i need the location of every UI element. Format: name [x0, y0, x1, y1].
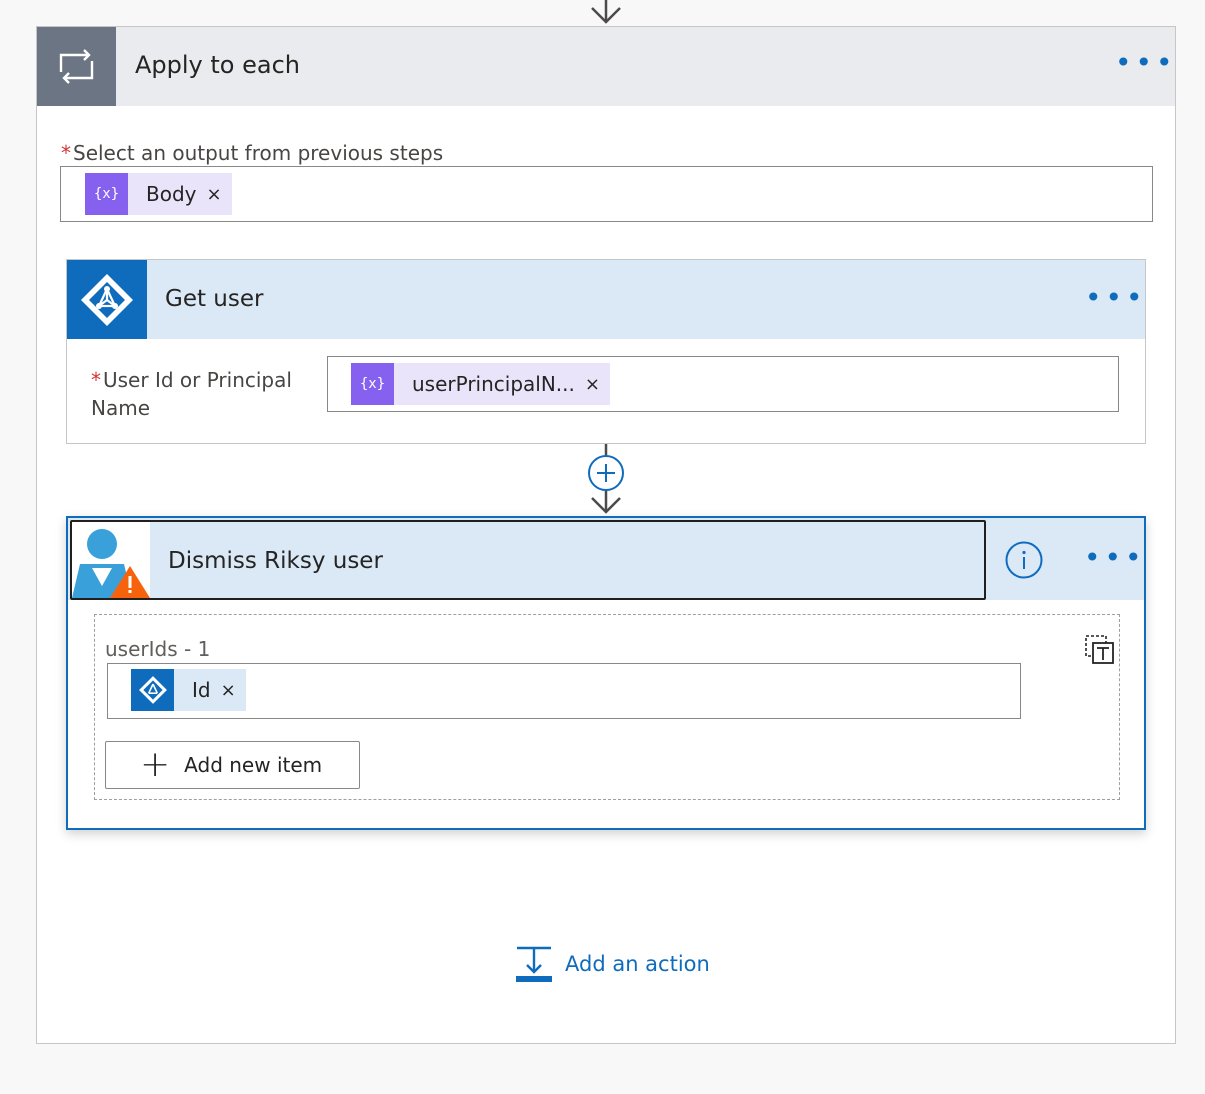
expression-icon: {x}: [85, 173, 128, 215]
required-mark: *: [91, 368, 101, 392]
expression-icon: {x}: [351, 363, 394, 405]
delete-icon[interactable]: [1085, 635, 1115, 665]
get-user-more-button[interactable]: •••: [1085, 284, 1147, 312]
dismiss-risky-user-card: Dismiss Riksy user ••• userIds - 1 Id × …: [66, 516, 1146, 830]
get-user-card: Get user ••• * User Id or Principal Name …: [66, 259, 1146, 444]
azure-ad-icon: [67, 260, 147, 339]
user-id-input[interactable]: {x} userPrincipalN... ×: [327, 356, 1119, 412]
user-ids-label: userIds - 1: [105, 637, 211, 661]
id-token-remove-button[interactable]: ×: [221, 680, 246, 701]
insert-step-connector: [588, 444, 624, 514]
plus-icon: +: [140, 744, 171, 785]
dismiss-risky-user-title: Dismiss Riksy user: [168, 548, 383, 574]
id-token-label: Id: [192, 678, 211, 702]
risky-user-icon: [72, 522, 150, 598]
loop-icon: [37, 27, 116, 106]
user-principal-name-token[interactable]: {x} userPrincipalN... ×: [351, 363, 610, 405]
get-user-header[interactable]: Get user •••: [67, 260, 1145, 339]
body-token-label: Body: [146, 182, 197, 206]
user-ids-array-box: userIds - 1 Id × + Add new item: [94, 614, 1120, 800]
id-token[interactable]: Id ×: [131, 669, 246, 711]
apply-to-each-header[interactable]: Apply to each •••: [37, 27, 1175, 106]
add-an-action-button[interactable]: Add an action: [515, 945, 710, 983]
add-an-action-label: Add an action: [565, 952, 710, 976]
add-action-icon: [516, 946, 552, 982]
dismiss-more-button[interactable]: •••: [1084, 544, 1146, 572]
select-output-label: * Select an output from previous steps: [61, 141, 443, 165]
incoming-arrow-icon: [591, 0, 621, 24]
select-output-label-text: Select an output from previous steps: [73, 141, 444, 165]
body-token[interactable]: {x} Body ×: [85, 173, 232, 215]
plus-icon[interactable]: [588, 455, 624, 491]
info-icon[interactable]: [1004, 540, 1044, 580]
apply-to-each-more-button[interactable]: •••: [1115, 49, 1177, 77]
add-new-item-label: Add new item: [184, 753, 323, 777]
required-mark: *: [61, 141, 71, 165]
user-id-label: * User Id or Principal Name: [91, 366, 311, 422]
get-user-title: Get user: [165, 286, 264, 312]
body-token-remove-button[interactable]: ×: [207, 184, 232, 205]
azure-ad-icon: [131, 669, 174, 711]
user-principal-name-token-label: userPrincipalN...: [412, 372, 575, 396]
user-principal-name-token-remove-button[interactable]: ×: [585, 374, 610, 395]
select-output-input[interactable]: {x} Body ×: [60, 166, 1153, 222]
add-new-item-button[interactable]: + Add new item: [105, 741, 360, 789]
dismiss-risky-user-header[interactable]: Dismiss Riksy user: [70, 520, 986, 600]
apply-to-each-title: Apply to each: [135, 51, 300, 79]
user-id-item-input[interactable]: Id ×: [107, 663, 1021, 719]
user-id-label-text: User Id or Principal Name: [91, 368, 292, 420]
